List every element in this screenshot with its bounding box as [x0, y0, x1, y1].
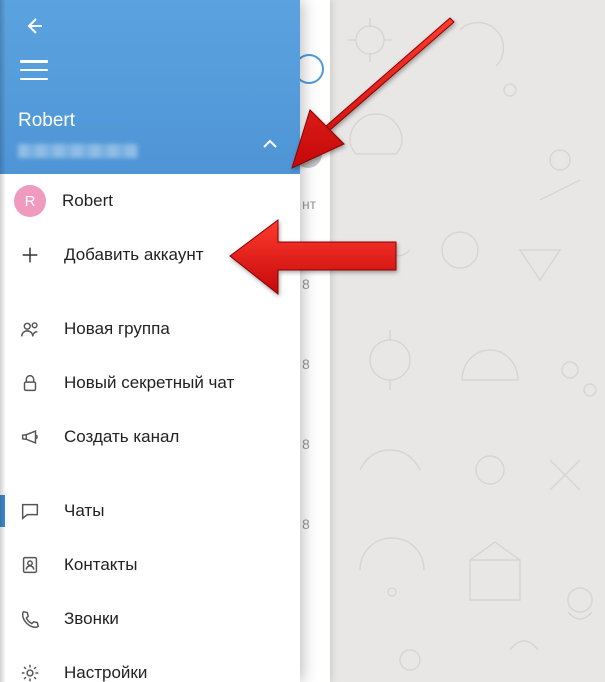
menu-label: Новая группа — [64, 319, 170, 339]
menu-label: Новый секретный чат — [64, 373, 234, 393]
contacts-icon — [18, 553, 42, 577]
menu-label: Добавить аккаунт — [64, 245, 204, 265]
menu-new-group[interactable]: Новая группа — [0, 302, 300, 356]
menu-label: Настройки — [64, 663, 147, 682]
app-root: нт 8 8 8 8 Robert R Robert — [0, 0, 605, 682]
menu-label: Контакты — [64, 555, 137, 575]
menu-settings[interactable]: Настройки — [0, 646, 300, 682]
account-phone-blurred — [18, 144, 138, 158]
plus-icon — [18, 243, 42, 267]
chat-time: 8 — [302, 276, 310, 292]
drawer-menu: R Robert Добавить аккаунт Новая группа — [0, 174, 300, 682]
hamburger-icon[interactable] — [20, 60, 48, 80]
main-drawer: Robert R Robert Добавить аккаунт — [0, 0, 300, 682]
chat-preview-text: нт — [302, 196, 316, 212]
menu-chats[interactable]: Чаты — [0, 484, 300, 538]
chevron-up-icon[interactable] — [260, 134, 280, 154]
chat-time: 8 — [302, 516, 310, 532]
menu-new-channel[interactable]: Создать канал — [0, 410, 300, 464]
account-label: Robert — [62, 191, 113, 211]
menu-contacts[interactable]: Контакты — [0, 538, 300, 592]
chat-time: 8 — [302, 436, 310, 452]
megaphone-icon — [18, 425, 42, 449]
chat-background — [310, 0, 605, 682]
gear-icon — [18, 661, 42, 682]
menu-label: Чаты — [64, 501, 104, 521]
menu-label: Создать канал — [64, 427, 179, 447]
active-indicator — [0, 495, 5, 527]
drawer-header: Robert — [0, 0, 300, 174]
menu-label: Звонки — [64, 609, 119, 629]
account-item-current[interactable]: R Robert — [0, 174, 300, 228]
lock-icon — [18, 371, 42, 395]
menu-new-secret-chat[interactable]: Новый секретный чат — [0, 356, 300, 410]
add-account-button[interactable]: Добавить аккаунт — [0, 228, 300, 282]
phone-icon — [18, 607, 42, 631]
back-icon[interactable] — [22, 14, 46, 38]
separator — [0, 282, 300, 302]
avatar-letter: R — [25, 193, 36, 210]
avatar: R — [14, 185, 46, 217]
group-icon — [18, 317, 42, 341]
separator — [0, 464, 300, 484]
chat-time: 8 — [302, 356, 310, 372]
menu-calls[interactable]: Звонки — [0, 592, 300, 646]
chat-icon — [18, 499, 42, 523]
chat-list-peek: нт 8 8 8 8 — [300, 0, 330, 682]
account-name: Robert — [18, 110, 75, 132]
